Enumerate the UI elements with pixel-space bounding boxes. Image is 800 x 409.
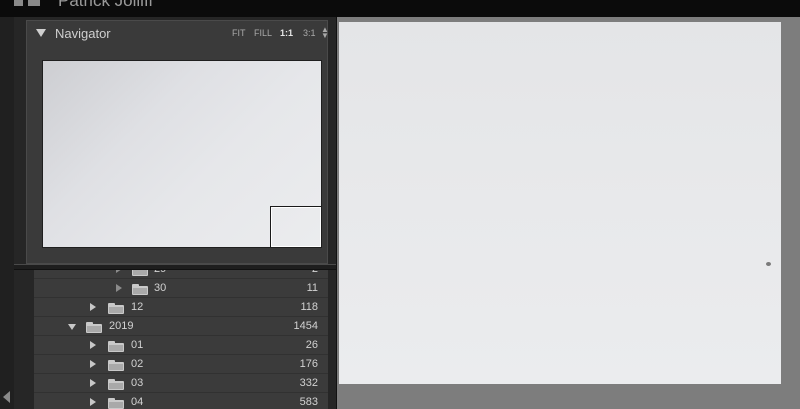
folder-count: 583	[299, 396, 318, 408]
up-down-arrows-icon[interactable]: ▲ ▼	[321, 26, 329, 40]
tree-row[interactable]: 12 118	[34, 299, 328, 317]
navigator-title: Navigator	[55, 26, 111, 41]
folder-count: 11	[306, 282, 318, 294]
zoom-fill[interactable]: FILL	[254, 27, 272, 39]
zoom-3-1[interactable]: 3:1	[303, 27, 316, 39]
triangle-right-icon[interactable]	[90, 303, 96, 311]
triangle-right-icon[interactable]	[116, 270, 122, 273]
triangle-down-icon[interactable]	[36, 29, 46, 37]
folder-count: 332	[299, 377, 318, 389]
folder-count: 2	[312, 270, 318, 276]
folder-count: 118	[300, 301, 318, 313]
navigator-panel: Navigator FIT FILL 1:1 3:1 ▲ ▼	[26, 20, 329, 264]
triangle-left-icon[interactable]	[3, 391, 10, 403]
folder-label: 02	[131, 358, 144, 370]
folder-icon	[108, 360, 124, 371]
folder-label: 12	[131, 301, 144, 313]
folder-label: 04	[131, 396, 144, 408]
folder-icon	[108, 398, 124, 409]
triangle-right-icon[interactable]	[116, 284, 122, 292]
folder-icon	[108, 303, 124, 314]
navigator-preview[interactable]	[42, 60, 322, 248]
tree-row[interactable]: 01 26	[34, 337, 328, 355]
folder-icon	[132, 270, 148, 276]
tree-row[interactable]: 02 176	[34, 356, 328, 374]
triangle-right-icon[interactable]	[90, 341, 96, 349]
folders-tree: 29 2 30 11 12 118 2019 1454 01 26 02 176…	[34, 270, 328, 409]
folder-count: 176	[299, 358, 318, 370]
navigator-viewport-box[interactable]	[270, 206, 321, 247]
folder-icon	[108, 379, 124, 390]
sensor-dust-spot	[766, 262, 771, 266]
triangle-right-icon[interactable]	[90, 360, 96, 368]
identity-plate: Patrick Jolliff	[58, 0, 154, 10]
folder-icon	[108, 341, 124, 352]
triangle-right-icon[interactable]	[90, 379, 96, 387]
tree-row[interactable]: 2019 1454	[34, 318, 328, 336]
left-panel-edge[interactable]	[0, 17, 14, 409]
folder-label: 30	[154, 282, 167, 294]
folder-icon	[86, 322, 102, 333]
main-photo-preview[interactable]	[339, 22, 781, 384]
folder-label: 03	[131, 377, 144, 389]
tree-row[interactable]: 30 11	[34, 280, 328, 298]
zoom-1-1[interactable]: 1:1	[280, 27, 293, 39]
folder-label: 01	[131, 339, 144, 351]
identity-bar: Patrick Jolliff	[0, 0, 800, 17]
folder-count: 26	[305, 339, 318, 351]
tree-row[interactable]: 29 2	[34, 270, 328, 279]
tree-row[interactable]: 03 332	[34, 375, 328, 393]
folder-icon	[132, 284, 148, 295]
zoom-fit[interactable]: FIT	[232, 27, 246, 39]
triangle-down-icon[interactable]	[68, 324, 76, 330]
lightroom-logo-icon	[14, 0, 40, 6]
folder-count: 1454	[293, 320, 318, 332]
navigator-header[interactable]: Navigator FIT FILL 1:1 3:1 ▲ ▼	[27, 21, 329, 47]
folder-label: 2019	[109, 320, 134, 332]
tree-row[interactable]: 04 583	[34, 394, 328, 409]
triangle-right-icon[interactable]	[90, 398, 96, 406]
folder-label: 29	[154, 270, 166, 276]
